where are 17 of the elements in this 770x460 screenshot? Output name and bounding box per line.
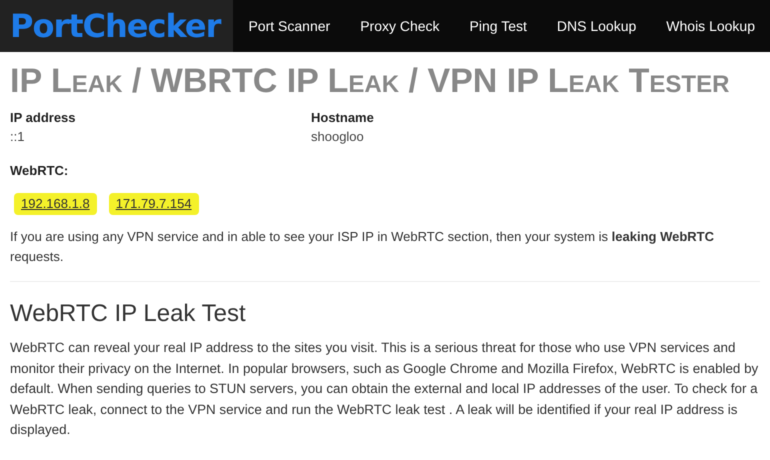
- webrtc-label: WebRTC:: [10, 162, 70, 180]
- nav-link[interactable]: Port Scanner: [248, 18, 330, 34]
- nav-link[interactable]: Proxy Check: [360, 18, 440, 34]
- field-value: ::1: [10, 128, 26, 146]
- ip-link[interactable]: 171.79.7.154: [108, 193, 199, 215]
- nav-link[interactable]: DNS Lookup: [556, 18, 636, 34]
- field-label: IP address: [10, 109, 77, 127]
- field-value: shoogloo: [311, 128, 365, 146]
- logo[interactable]: PortChecker: [0, 0, 234, 52]
- section-text: WebRTC can reveal your real IP address to the sites you visit. This is a serious threat for those who use VPN services and monitor their privacy on the Internet. In popular browsers, such as Google Chrome and Mozilla Firefox, WebRTC is enabled by default. When sending queries to STUN servers, you can obtain the external and local IP addresses of the user. To check for a WebRTC leak, connect to the VPN service and run the WebRTC leak test . A leak will be identified if your real IP address is displayed.: [10, 339, 760, 439]
- page-title: IP Leak / WBRTC IP Leak / VPN IP Leak Tester: [10, 62, 730, 100]
- nav-link[interactable]: Ping Test: [470, 18, 527, 34]
- field-label: Hostname: [311, 109, 375, 127]
- section-heading: WebRTC IP Leak Test: [10, 300, 247, 328]
- nav-link[interactable]: Whois Lookup: [666, 18, 755, 34]
- ip-link[interactable]: 192.168.1.8: [14, 193, 97, 215]
- leak-note: If you are using any VPN service and in able to see your ISP IP in WebRTC section, then your system is leaking WebRTC requests.: [10, 228, 716, 266]
